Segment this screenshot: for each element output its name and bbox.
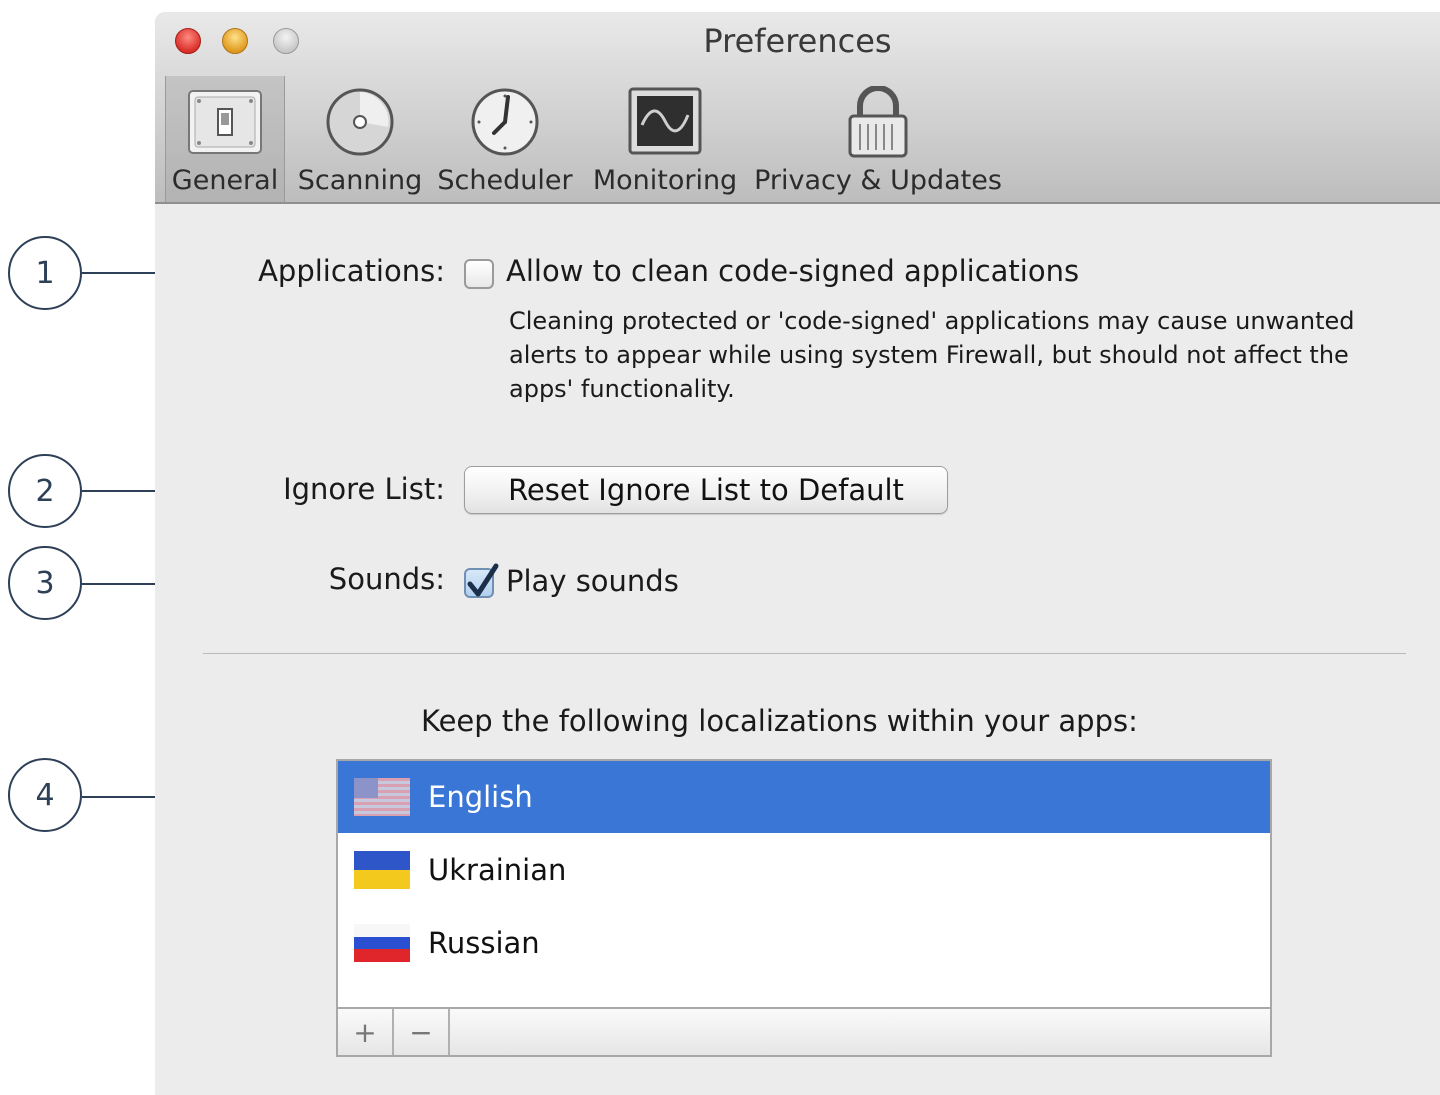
callout-number: 2 [8,454,82,528]
play-sounds-checkbox[interactable] [464,563,499,598]
applications-description: Cleaning protected or 'code-signed' appl… [509,307,1355,403]
scanning-icon [325,85,395,159]
add-localization-button[interactable]: + [338,1009,394,1055]
us-flag-icon [354,778,410,816]
tab-scheduler[interactable]: Scheduler [437,76,573,202]
window-title: Preferences [703,22,892,60]
checkmark-icon [467,563,499,597]
ukraine-flag-icon [354,851,410,889]
reset-ignore-list-button[interactable]: Reset Ignore List to Default [464,466,948,514]
tab-label: Scanning [297,165,423,196]
russia-flag-icon [354,924,410,962]
localizations-heading: Keep the following localizations within … [421,704,1138,738]
play-sounds-label[interactable]: Play sounds [506,564,679,598]
callout-1: 1 [8,236,88,316]
callout-3: 3 [8,546,88,626]
localization-name: Russian [428,926,540,960]
section-divider [203,653,1406,654]
callout-number: 1 [8,236,82,310]
allow-code-signed-checkbox[interactable] [464,259,494,289]
remove-localization-button[interactable]: − [394,1009,450,1055]
clock-icon [470,85,540,159]
callout-number: 3 [8,546,82,620]
callout-2: 2 [8,454,88,534]
sounds-label: Sounds: [328,562,445,596]
toolbar: Preferences General Scanning Scheduler M… [155,12,1440,204]
callout-number: 4 [8,758,82,832]
callout-4: 4 [8,758,88,838]
list-item[interactable]: Ukrainian [338,834,1270,906]
general-pane: Applications: Allow to clean code-signed… [155,202,1440,1095]
switch-icon [187,85,263,159]
tab-label: Monitoring [592,165,738,196]
tab-label: General [171,165,279,196]
tab-label: Scheduler [437,165,573,196]
lock-icon [846,85,910,159]
tab-monitoring[interactable]: Monitoring [593,76,737,202]
tab-privacy-updates[interactable]: Privacy & Updates [754,76,1002,202]
localizations-list: English Ukrainian Russian + − [336,759,1272,1057]
localization-name: Ukrainian [428,853,567,887]
tab-scanning[interactable]: Scanning [297,76,423,202]
tab-label: Privacy & Updates [754,165,1002,196]
list-item[interactable]: Russian [338,907,1270,979]
preferences-window: Preferences General Scanning Scheduler M… [155,12,1440,1095]
localization-name: English [428,780,533,814]
monitor-icon [628,85,702,159]
allow-code-signed-label[interactable]: Allow to clean code-signed applications [506,254,1079,288]
ignore-list-label: Ignore List: [283,472,445,506]
tab-general[interactable]: General [165,76,285,202]
applications-label: Applications: [258,254,445,288]
list-item[interactable]: English [338,761,1270,833]
list-footer: + − [338,1007,1270,1055]
